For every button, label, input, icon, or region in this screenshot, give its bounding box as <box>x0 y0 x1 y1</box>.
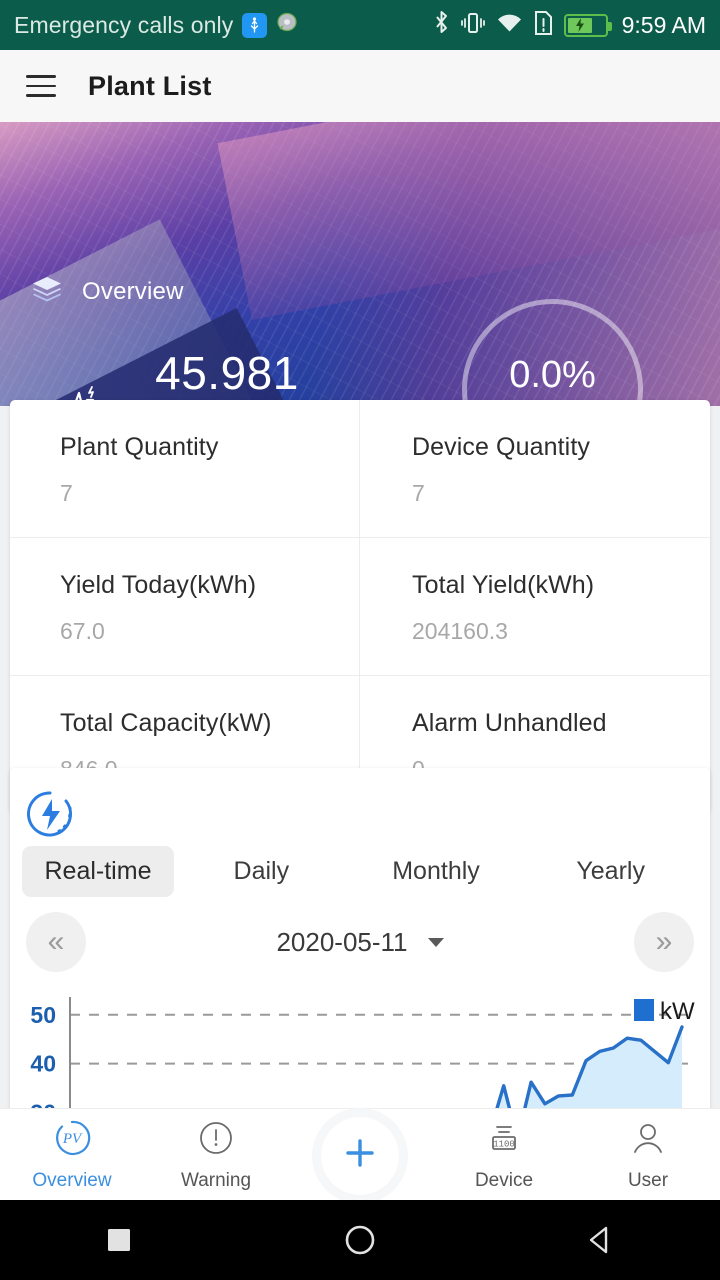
home-button[interactable] <box>341 1221 379 1259</box>
layers-icon <box>30 272 64 311</box>
overview-section-tag: Overview <box>30 272 184 311</box>
svg-text:PV: PV <box>62 1131 83 1147</box>
overview-hero: Overview 45.981 Real-time Power(kW) 小辉 0… <box>0 122 720 406</box>
person-icon <box>628 1118 668 1163</box>
stat-value: 7 <box>60 480 73 506</box>
stats-card: Plant Quantity 7 Device Quantity 7 Yield… <box>10 400 710 813</box>
stat-label: Total Capacity(kW) <box>60 709 272 737</box>
device-meter-icon: 1100 <box>484 1118 524 1163</box>
svg-text:1100: 1100 <box>493 1139 515 1149</box>
nav-label: Device <box>474 1169 534 1191</box>
status-bar: Emergency calls only 9:59 AM <box>0 0 720 50</box>
nav-item-overview[interactable]: PV Overview <box>0 1118 144 1192</box>
stat-total-yield[interactable]: Total Yield(kWh) 204160.3 <box>360 538 710 676</box>
date-navigation-bar: « 2020-05-11 » <box>0 910 720 974</box>
vibrate-icon <box>460 10 485 41</box>
selected-date-label: 2020-05-11 <box>276 926 408 957</box>
bluetooth-icon <box>433 10 450 41</box>
stat-label: Total Yield(kWh) <box>412 571 595 599</box>
status-bar-right: 9:59 AM <box>433 10 706 41</box>
stat-label: Device Quantity <box>412 433 590 461</box>
stat-value: 67.0 <box>60 618 105 644</box>
power-bolt-icon <box>22 786 78 847</box>
nav-item-warning[interactable]: Warning <box>144 1118 288 1192</box>
stat-value: 204160.3 <box>412 618 508 644</box>
sim-icon <box>534 10 553 41</box>
operating-ratio-value: 0.0% <box>509 354 596 396</box>
operating-ratio-gauge: 0.0% <box>455 292 650 406</box>
stat-device-quantity[interactable]: Device Quantity 7 <box>360 400 710 538</box>
svg-text:40: 40 <box>30 1051 56 1077</box>
tab-daily[interactable]: Daily <box>174 846 349 897</box>
tab-yearly[interactable]: Yearly <box>523 846 698 897</box>
realtime-power-value: 45.981 <box>155 347 299 399</box>
usb-icon <box>242 12 268 38</box>
stat-value: 7 <box>412 480 425 506</box>
alert-circle-icon <box>196 1118 236 1163</box>
disc-icon <box>276 12 298 39</box>
stat-label: Alarm Unhandled <box>412 709 607 737</box>
page-title: Plant List <box>88 70 212 101</box>
stat-label: Yield Today(kWh) <box>60 571 257 599</box>
tab-real-time[interactable]: Real-time <box>22 846 174 897</box>
system-navigation-bar <box>0 1200 720 1280</box>
carrier-label: Emergency calls only <box>14 11 234 38</box>
chevron-down-icon[interactable] <box>427 937 444 947</box>
nav-item-user[interactable]: User <box>576 1118 720 1192</box>
stat-label: Plant Quantity <box>60 433 219 461</box>
svg-text:kW: kW <box>660 998 695 1025</box>
tab-monthly[interactable]: Monthly <box>349 846 524 897</box>
realtime-power-metric: 45.981 Real-time Power(kW) <box>62 350 392 406</box>
prev-date-button[interactable]: « <box>26 912 86 972</box>
hamburger-icon[interactable] <box>26 75 56 97</box>
app-header: Plant List <box>0 50 720 122</box>
wifi-icon <box>496 12 523 39</box>
add-button[interactable] <box>321 1116 399 1195</box>
stat-plant-quantity[interactable]: Plant Quantity 7 <box>10 400 360 538</box>
pv-circle-icon: PV <box>52 1118 92 1163</box>
plus-icon <box>342 1135 378 1176</box>
clock-label: 9:59 AM <box>621 11 706 38</box>
nav-item-device[interactable]: 1100 Device <box>432 1118 576 1192</box>
nav-label: User <box>627 1169 669 1191</box>
recents-button[interactable] <box>102 1223 136 1257</box>
overview-label: Overview <box>82 277 184 305</box>
back-button[interactable] <box>584 1223 618 1257</box>
next-date-button[interactable]: » <box>633 912 694 972</box>
bottom-navigation: PV Overview Warning 1100 Device User <box>0 1108 720 1200</box>
nav-label: Warning <box>180 1169 252 1191</box>
nav-label: Overview <box>32 1169 112 1191</box>
chart-period-tabs: Real-time Daily Monthly Yearly <box>0 846 720 897</box>
status-bar-left: Emergency calls only <box>14 12 433 39</box>
date-picker[interactable]: 2020-05-11 <box>276 926 444 958</box>
stat-yield-today[interactable]: Yield Today(kWh) 67.0 <box>10 538 360 676</box>
battery-charging-icon <box>563 13 612 37</box>
svg-text:50: 50 <box>30 1002 56 1028</box>
